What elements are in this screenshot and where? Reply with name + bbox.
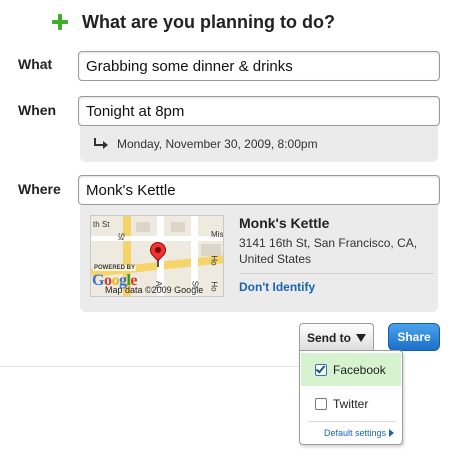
page-header: What are you planning to do?: [52, 10, 335, 34]
place-name: Monk's Kettle: [239, 215, 330, 231]
section-divider: [0, 366, 299, 367]
address-line-1: 3141 16th St, San Francisco, CA,: [239, 236, 418, 250]
map-street-label: St: [116, 232, 126, 241]
map-block: [201, 244, 221, 256]
map-street-label: Ho: [209, 281, 219, 292]
dont-identify-link[interactable]: Don't Identify: [239, 280, 315, 294]
return-arrow-icon: [92, 138, 108, 150]
address-line-2: United States: [239, 252, 312, 266]
when-parsed-box: Monday, November 30, 2009, 8:00pm: [80, 126, 438, 162]
location-map[interactable]: th St St Mis Ho Ho St Al POWERED BY Goog…: [90, 215, 224, 297]
dropdown-divider: [308, 421, 396, 422]
what-label: What: [18, 56, 53, 72]
when-input[interactable]: Tonight at 8pm: [78, 96, 440, 126]
when-label: When: [18, 102, 57, 118]
map-street-label: Mis: [211, 230, 224, 239]
map-street-label: Ho: [209, 255, 219, 266]
facebook-checkbox[interactable]: [315, 362, 327, 376]
powered-by-label: POWERED BY: [93, 265, 137, 271]
default-settings-label: Default settings: [323, 428, 386, 438]
map-pin-dot: [155, 247, 161, 253]
caret-down-icon: [356, 333, 366, 342]
map-credit: Map data ©2009 Google: [105, 285, 204, 295]
place-divider: [239, 273, 434, 274]
place-card: th St St Mis Ho Ho St Al POWERED BY Goog…: [80, 205, 438, 312]
share-button[interactable]: Share: [388, 323, 440, 351]
send-to-button[interactable]: Send to: [299, 323, 374, 351]
parsed-date: Monday, November 30, 2009, 8:00pm: [117, 137, 318, 151]
triangle-right-icon: [389, 429, 394, 437]
place-details: Monk's Kettle 3141 16th St, San Francisc…: [239, 215, 434, 296]
parsed-date-line: Monday, November 30, 2009, 8:00pm: [80, 126, 438, 162]
twitter-checkbox[interactable]: [315, 397, 327, 410]
option-label: Twitter: [333, 396, 369, 411]
what-input[interactable]: Grabbing some dinner & drinks: [78, 51, 440, 81]
where-input[interactable]: Monk's Kettle: [78, 175, 440, 205]
map-road: [91, 236, 223, 241]
send-to-label: Send to: [307, 330, 351, 345]
send-to-dropdown: Facebook Twitter Default settings: [299, 350, 403, 445]
option-twitter[interactable]: Twitter: [301, 387, 401, 420]
map-street-label: th St: [93, 220, 110, 229]
map-block: [171, 222, 185, 232]
map-block: [136, 222, 150, 232]
page-title: What are you planning to do?: [82, 11, 335, 32]
option-label: Facebook: [333, 362, 386, 377]
where-label: Where: [18, 181, 61, 197]
check-icon: [315, 362, 326, 374]
place-address: 3141 16th St, San Francisco, CA, United …: [239, 235, 434, 267]
default-settings-link[interactable]: Default settings: [324, 428, 394, 438]
plus-icon: [52, 14, 68, 30]
option-facebook[interactable]: Facebook: [301, 353, 401, 386]
